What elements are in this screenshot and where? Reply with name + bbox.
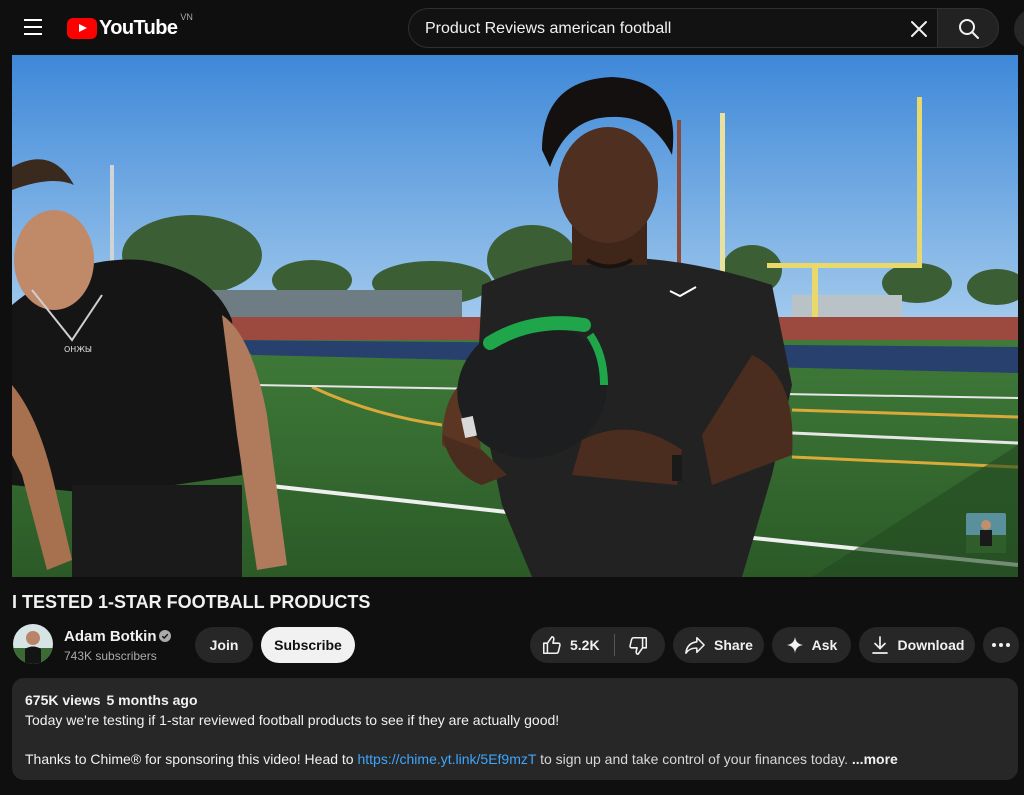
masthead: YouTube VN Product Reviews american foot… (0, 0, 1024, 55)
channel-watermark[interactable] (966, 513, 1006, 553)
description-box[interactable]: 675K views 5 months ago Today we're testi… (12, 678, 1018, 780)
download-icon (871, 636, 888, 654)
sponsor-text-prefix: Thanks to Chime® for sponsoring this vid… (25, 751, 358, 767)
sponsor-link[interactable]: https://chime.yt.link/5Ef9mzT (357, 751, 536, 767)
search-input[interactable]: Product Reviews american football (408, 8, 938, 48)
region-code: VN (180, 12, 193, 22)
sponsor-text-suffix: to sign up and take control of your fina… (536, 751, 849, 767)
search-icon (959, 19, 979, 39)
thumbs-down-icon (629, 636, 648, 656)
join-button[interactable]: Join (195, 627, 253, 663)
video-player[interactable]: ОНЖЫ (12, 55, 1018, 577)
share-button[interactable]: Share (673, 627, 764, 663)
search-button[interactable] (937, 8, 999, 48)
thumbs-up-icon (542, 635, 561, 655)
video-title: I TESTED 1-STAR FOOTBALL PRODUCTS (12, 592, 371, 612)
sparkle-icon (786, 636, 803, 654)
youtube-play-icon (67, 17, 97, 39)
voice-search-button[interactable] (1014, 9, 1024, 49)
ask-label: Ask (811, 637, 838, 653)
download-label: Download (897, 637, 965, 653)
more-actions-icon[interactable] (983, 627, 1019, 663)
share-icon (685, 636, 705, 654)
youtube-logo[interactable]: YouTube VN (67, 12, 193, 41)
upload-age: 5 months ago (106, 692, 198, 708)
like-divider (614, 634, 615, 656)
channel-avatar[interactable] (13, 624, 53, 664)
channel-name[interactable]: Adam Botkin (64, 628, 157, 645)
like-button[interactable]: 5.2K (530, 627, 614, 663)
show-more-link[interactable]: ...more (852, 751, 898, 767)
like-dislike-group: 5.2K (530, 627, 665, 663)
dislike-button[interactable] (616, 627, 664, 663)
video-frame: ОНЖЫ (12, 55, 1018, 577)
clear-search-icon[interactable] (906, 16, 932, 42)
ask-button[interactable]: Ask (772, 627, 851, 663)
subscriber-count: 743K subscribers (64, 649, 157, 663)
view-meta: 675K views 5 months ago (25, 692, 198, 708)
menu-icon[interactable] (18, 14, 48, 42)
view-count: 675K views (25, 692, 101, 708)
shirt-text-left: ОНЖЫ (64, 345, 92, 354)
sponsor-line: Thanks to Chime® for sponsoring this vid… (25, 751, 898, 767)
share-label: Share (714, 637, 753, 653)
subscribe-button[interactable]: Subscribe (261, 627, 355, 663)
verified-check-icon (159, 630, 171, 642)
download-button[interactable]: Download (859, 627, 975, 663)
description-line: Today we're testing if 1-star reviewed f… (25, 712, 560, 728)
search-query[interactable]: Product Reviews american football (425, 20, 671, 38)
like-count: 5.2K (570, 637, 600, 653)
logo-text: YouTube (99, 16, 178, 39)
